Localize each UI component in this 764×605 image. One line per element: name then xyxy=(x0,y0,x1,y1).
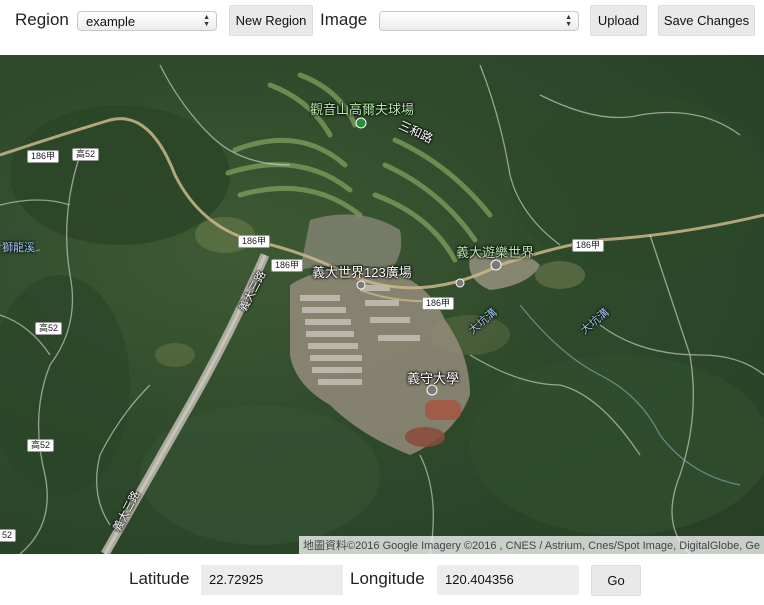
route-shield: 186甲 xyxy=(27,150,60,163)
latitude-label: Latitude xyxy=(129,569,190,588)
route-shield: 186甲 xyxy=(572,239,605,252)
region-label: Region xyxy=(15,10,69,29)
select-arrows-icon: ▲ ▼ xyxy=(565,14,572,28)
save-changes-button[interactable]: Save Changes xyxy=(658,5,755,36)
theme-park-label: 義大遊樂世界 xyxy=(456,245,535,260)
route-shield: 高52 xyxy=(35,322,63,335)
route-shield: 高52 xyxy=(72,148,100,161)
map-attribution[interactable]: 地圖資料©2016 Google Imagery ©2016 , CNES / … xyxy=(298,536,764,554)
e-world-plaza-label: 義大世界123廣場 xyxy=(312,265,412,280)
region-select-value: example xyxy=(86,14,136,29)
route-shield: 高52 xyxy=(27,439,55,452)
select-arrows-icon: ▲ ▼ xyxy=(203,14,210,28)
map-imagery xyxy=(0,64,764,554)
new-region-button[interactable]: New Region xyxy=(229,5,313,36)
satellite-map[interactable]: 觀音山高爾夫球場 三和路 義大世界123廣場 義大遊樂世界 義守大學 獅龍溪 大… xyxy=(0,55,764,554)
golf-course-label: 觀音山高爾夫球場 xyxy=(310,102,415,117)
image-select[interactable]: ▲ ▼ xyxy=(379,11,579,31)
longitude-label: Longitude xyxy=(350,569,425,588)
route-shield: 186甲 xyxy=(422,297,455,310)
go-button[interactable]: Go xyxy=(591,565,641,596)
route-shield: 186甲 xyxy=(271,259,304,272)
longitude-input[interactable]: 120.404356 xyxy=(437,565,579,595)
route-shield: 52 xyxy=(0,529,17,542)
route-shield: 186甲 xyxy=(238,235,271,248)
shilong-stream-label: 獅龍溪 xyxy=(2,242,35,254)
latitude-input[interactable]: 22.72925 xyxy=(201,565,343,595)
university-label: 義守大學 xyxy=(407,371,460,386)
upload-button[interactable]: Upload xyxy=(590,5,647,36)
region-select[interactable]: example ▲ ▼ xyxy=(77,11,217,31)
top-toolbar: Region example ▲ ▼ New Region Image ▲ ▼ Up… xyxy=(0,0,764,55)
location-bar: Latitude 22.72925 Longitude 120.404356 G… xyxy=(0,554,764,605)
image-label: Image xyxy=(320,10,368,29)
